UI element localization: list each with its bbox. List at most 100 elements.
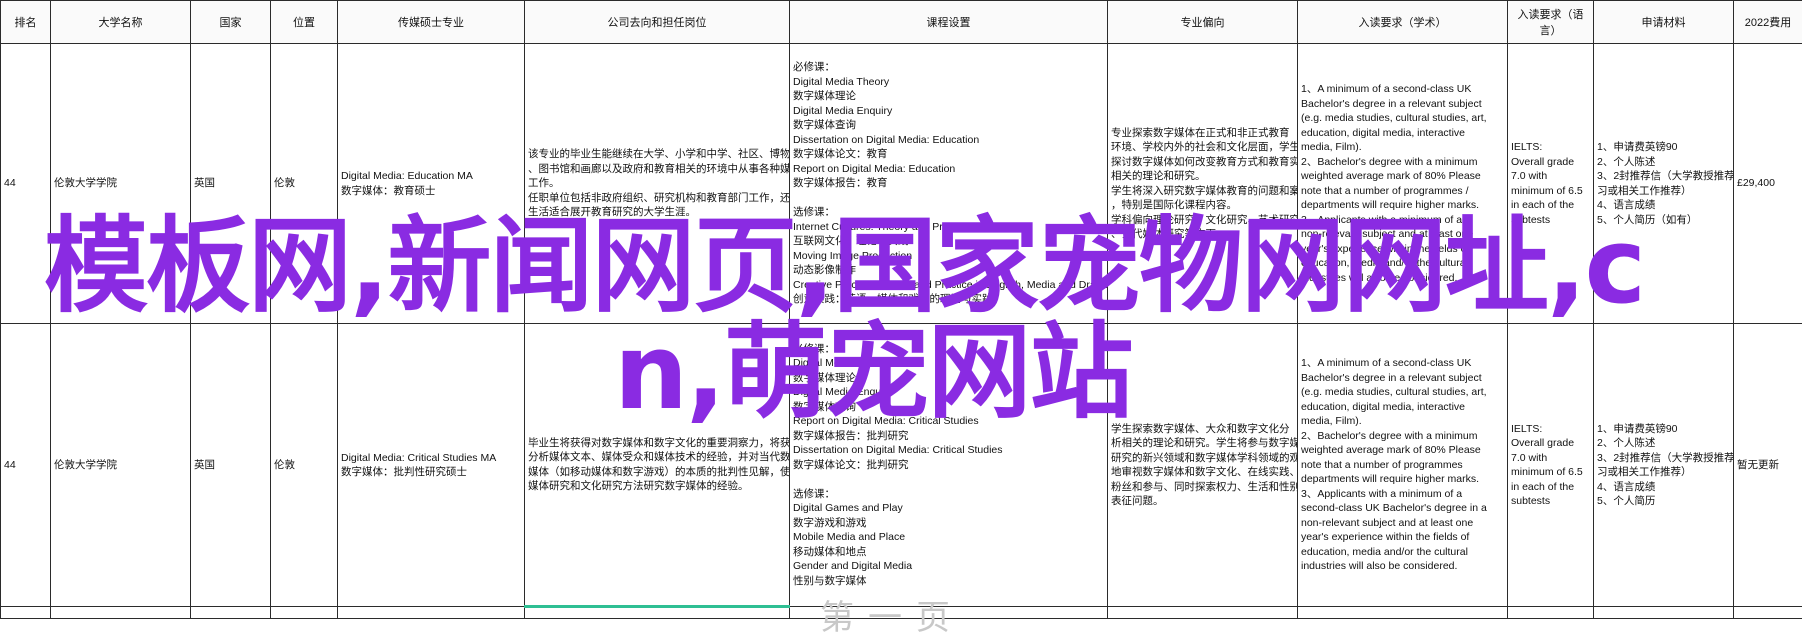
cell-line: 表征问题。 (1111, 494, 1294, 509)
cell-line: 3、Applicants with a minimum of a (1301, 487, 1504, 502)
cell-line: IELTS: (1511, 140, 1590, 155)
cell-line: 2、个人陈述 (1597, 155, 1730, 170)
cell-line: non-relevant subject and at least one (1301, 516, 1504, 531)
cell-line: 任职单位包括非政府组织、研究机构和教育部门工作，还从事 (528, 191, 786, 206)
header-focus: 专业偏向 (1108, 1, 1298, 44)
cell-line: note that a number of programmes / (1301, 184, 1504, 199)
cell-line: Bachelor's degree in a relevant subject (1301, 97, 1504, 112)
cell-country: 英国 (191, 44, 271, 324)
cell-line: year's experience within the fields of (1301, 242, 1504, 257)
cell-line: 选修课： (793, 205, 1104, 220)
cell-line: 相关的理论和研究。 (1111, 169, 1294, 184)
cell-line: 毕业生将获得对数字媒体和数字文化的重要洞察力，将获得 (528, 436, 786, 451)
cell-materials: 1、申请费英镑902、个人陈述3、2封推荐信（大学教授推荐或实习或相关工作推荐）… (1594, 324, 1734, 607)
cell-line: education, digital media, interactive (1301, 400, 1504, 415)
cell-line: education, digital media, interactive (1301, 126, 1504, 141)
cell-academic-req: 1、A minimum of a second-class UKBachelor… (1298, 44, 1508, 324)
cell-line: Overall grade (1511, 436, 1590, 451)
cell-fee: 暂无更新 (1734, 324, 1802, 607)
cell-line: 3、2封推荐信（大学教授推荐或实 (1597, 451, 1730, 466)
cell-line: Report on Digital Media: Critical Studie… (793, 414, 1104, 429)
header-location: 位置 (271, 1, 338, 44)
cell-line: 数字媒体：批判性研究硕士 (341, 465, 521, 480)
cell-line: 数字游戏和游戏 (793, 516, 1104, 531)
cell-line: 、图书馆和画廊以及政府和教育相关的环境中从事各种媒体教育 (528, 162, 786, 177)
cell-line: education, media and/or the cultural (1301, 545, 1504, 560)
cell-line: Digital Media: Critical Studies MA (341, 451, 521, 466)
cell-line: 专业探索数字媒体在正式和非正式教育 (1111, 126, 1294, 141)
cell-line: IELTS: (1511, 422, 1590, 437)
programs-table: 排名 大学名称 国家 位置 传媒硕士专业 公司去向和担任岗位 课程设置 专业偏向… (0, 0, 1802, 619)
cell-line: 数字媒体：教育硕士 (341, 184, 521, 199)
cell-line: 数字媒体论文：教育 (793, 147, 1104, 162)
cell-language-req: IELTS:Overall grade7.0 withminimum of 6.… (1508, 324, 1594, 607)
cell-line: 分析媒体文本、媒体受众和媒体技术的经验，并对当代数字 (528, 450, 786, 465)
cell-line: 地审视数字媒体和数字文化、在线实践、 (1111, 465, 1294, 480)
cell-line: 习或相关工作推荐） (1597, 184, 1730, 199)
cell-line: 数字媒体论文：批判研究 (793, 458, 1104, 473)
cell-academic-req: 1、A minimum of a second-class UKBachelor… (1298, 324, 1508, 607)
cell-courses: 必修课：Digital Media Theory数字媒体理论Digital Me… (790, 44, 1108, 324)
cell-line: Digital Media: Education MA (341, 169, 521, 184)
cell-line: 创意实践：英语、媒体和戏剧的理论与实践 (793, 292, 1104, 307)
cell-rank: 44 (1, 324, 51, 607)
header-rank: 排名 (1, 1, 51, 44)
cell-line: Digital Games and Play (793, 501, 1104, 516)
cell-line: 必修课： (793, 60, 1104, 75)
header-row: 排名 大学名称 国家 位置 传媒硕士专业 公司去向和担任岗位 课程设置 专业偏向… (1, 1, 1802, 44)
cell-line: education, media and/or the cultural (1301, 256, 1504, 271)
cell-line: departments will require higher marks. (1301, 198, 1504, 213)
cell-line: 互联网文化：理论与实践 (793, 234, 1104, 249)
cell-careers: 毕业生将获得对数字媒体和数字文化的重要洞察力，将获得分析媒体文本、媒体受众和媒体… (525, 324, 790, 607)
cell-line: 7.0 with (1511, 451, 1590, 466)
cell-line: weighted average mark of 80% Please (1301, 443, 1504, 458)
cell-line: 必修课： (793, 342, 1104, 357)
cell-line: Digital Media Enquiry (793, 385, 1104, 400)
cell-line: Dissertation on Digital Media: Education (793, 133, 1104, 148)
cell-line: departments will require higher marks. (1301, 472, 1504, 487)
cell-line: (e.g. media studies, cultural studies, a… (1301, 111, 1504, 126)
cell-line: 数字媒体查询 (793, 118, 1104, 133)
cell-line: Report on Digital Media: Education (793, 162, 1104, 177)
cell-location: 伦敦 (271, 44, 338, 324)
cell-line: 、当代媒体研究等方面。 (1111, 227, 1294, 242)
cell-line: 数字媒体理论 (793, 89, 1104, 104)
cell-line: Moving Image Production (793, 249, 1104, 264)
cell-line: Gender and Digital Media (793, 559, 1104, 574)
header-program: 传媒硕士专业 (338, 1, 525, 44)
table-row: 44 伦敦大学学院 英国 伦敦 Digital Media: Critical … (1, 324, 1802, 607)
cell-line: 1、A minimum of a second-class UK (1301, 356, 1504, 371)
cell-line: 粉丝和参与、同时探索权力、生活和性别化 (1111, 480, 1294, 495)
cell-line: industries will also be considered. (1301, 271, 1504, 286)
cell-line: in each of the (1511, 198, 1590, 213)
cell-line: 2、Bachelor's degree with a minimum (1301, 155, 1504, 170)
cell-university: 伦敦大学学院 (51, 324, 191, 607)
cell-line: 数字媒体报告：批判研究 (793, 429, 1104, 444)
cell-line: Bachelor's degree in a relevant subject (1301, 371, 1504, 386)
cell-line: Dissertation on Digital Media: Critical … (793, 443, 1104, 458)
cell-line: 媒体（如移动媒体和数字游戏）的本质的批判性见解，使用 (528, 465, 786, 480)
cell-line: weighted average mark of 80% Please (1301, 169, 1504, 184)
cell-line: 数字媒体理论 (793, 371, 1104, 386)
cell-line: 数字媒体报告：教育 (793, 176, 1104, 191)
cell-line: 动态影像制作 (793, 263, 1104, 278)
cell-line: 媒体研究和文化研究方法研究数字媒体的经验。 (528, 479, 786, 494)
cell-line: 5、个人简历 (1597, 494, 1730, 509)
cell-line: 析相关的理论和研究。学生将参与数字媒体 (1111, 436, 1294, 451)
cell-line: 该专业的毕业生能继续在大学、小学和中学、社区、博物馆 (528, 147, 786, 162)
cell-line: media, Film). (1301, 140, 1504, 155)
cell-country: 英国 (191, 324, 271, 607)
cell-line (793, 472, 1104, 487)
cell-line: 1、申请费英镑90 (1597, 422, 1730, 437)
cell-line: 学生探索数字媒体、大众和数字文化分 (1111, 422, 1294, 437)
spreadsheet: 排名 大学名称 国家 位置 传媒硕士专业 公司去向和担任岗位 课程设置 专业偏向… (0, 0, 1802, 613)
cell-line: Mobile Media and Place (793, 530, 1104, 545)
cell-line: minimum of 6.5 (1511, 465, 1590, 480)
cell-program: Digital Media: Critical Studies MA数字媒体：批… (338, 324, 525, 607)
cell-line: (e.g. media studies, cultural studies, a… (1301, 385, 1504, 400)
cell-fee: £29,400 (1734, 44, 1802, 324)
cell-line: 工作。 (528, 176, 786, 191)
cell-language-req: IELTS:Overall grade7.0 withminimum of 6.… (1508, 44, 1594, 324)
cell-line: Overall grade (1511, 155, 1590, 170)
cell-line: 研究的新兴领域和数字媒体学科领域的观点，批判性 (1111, 451, 1294, 466)
